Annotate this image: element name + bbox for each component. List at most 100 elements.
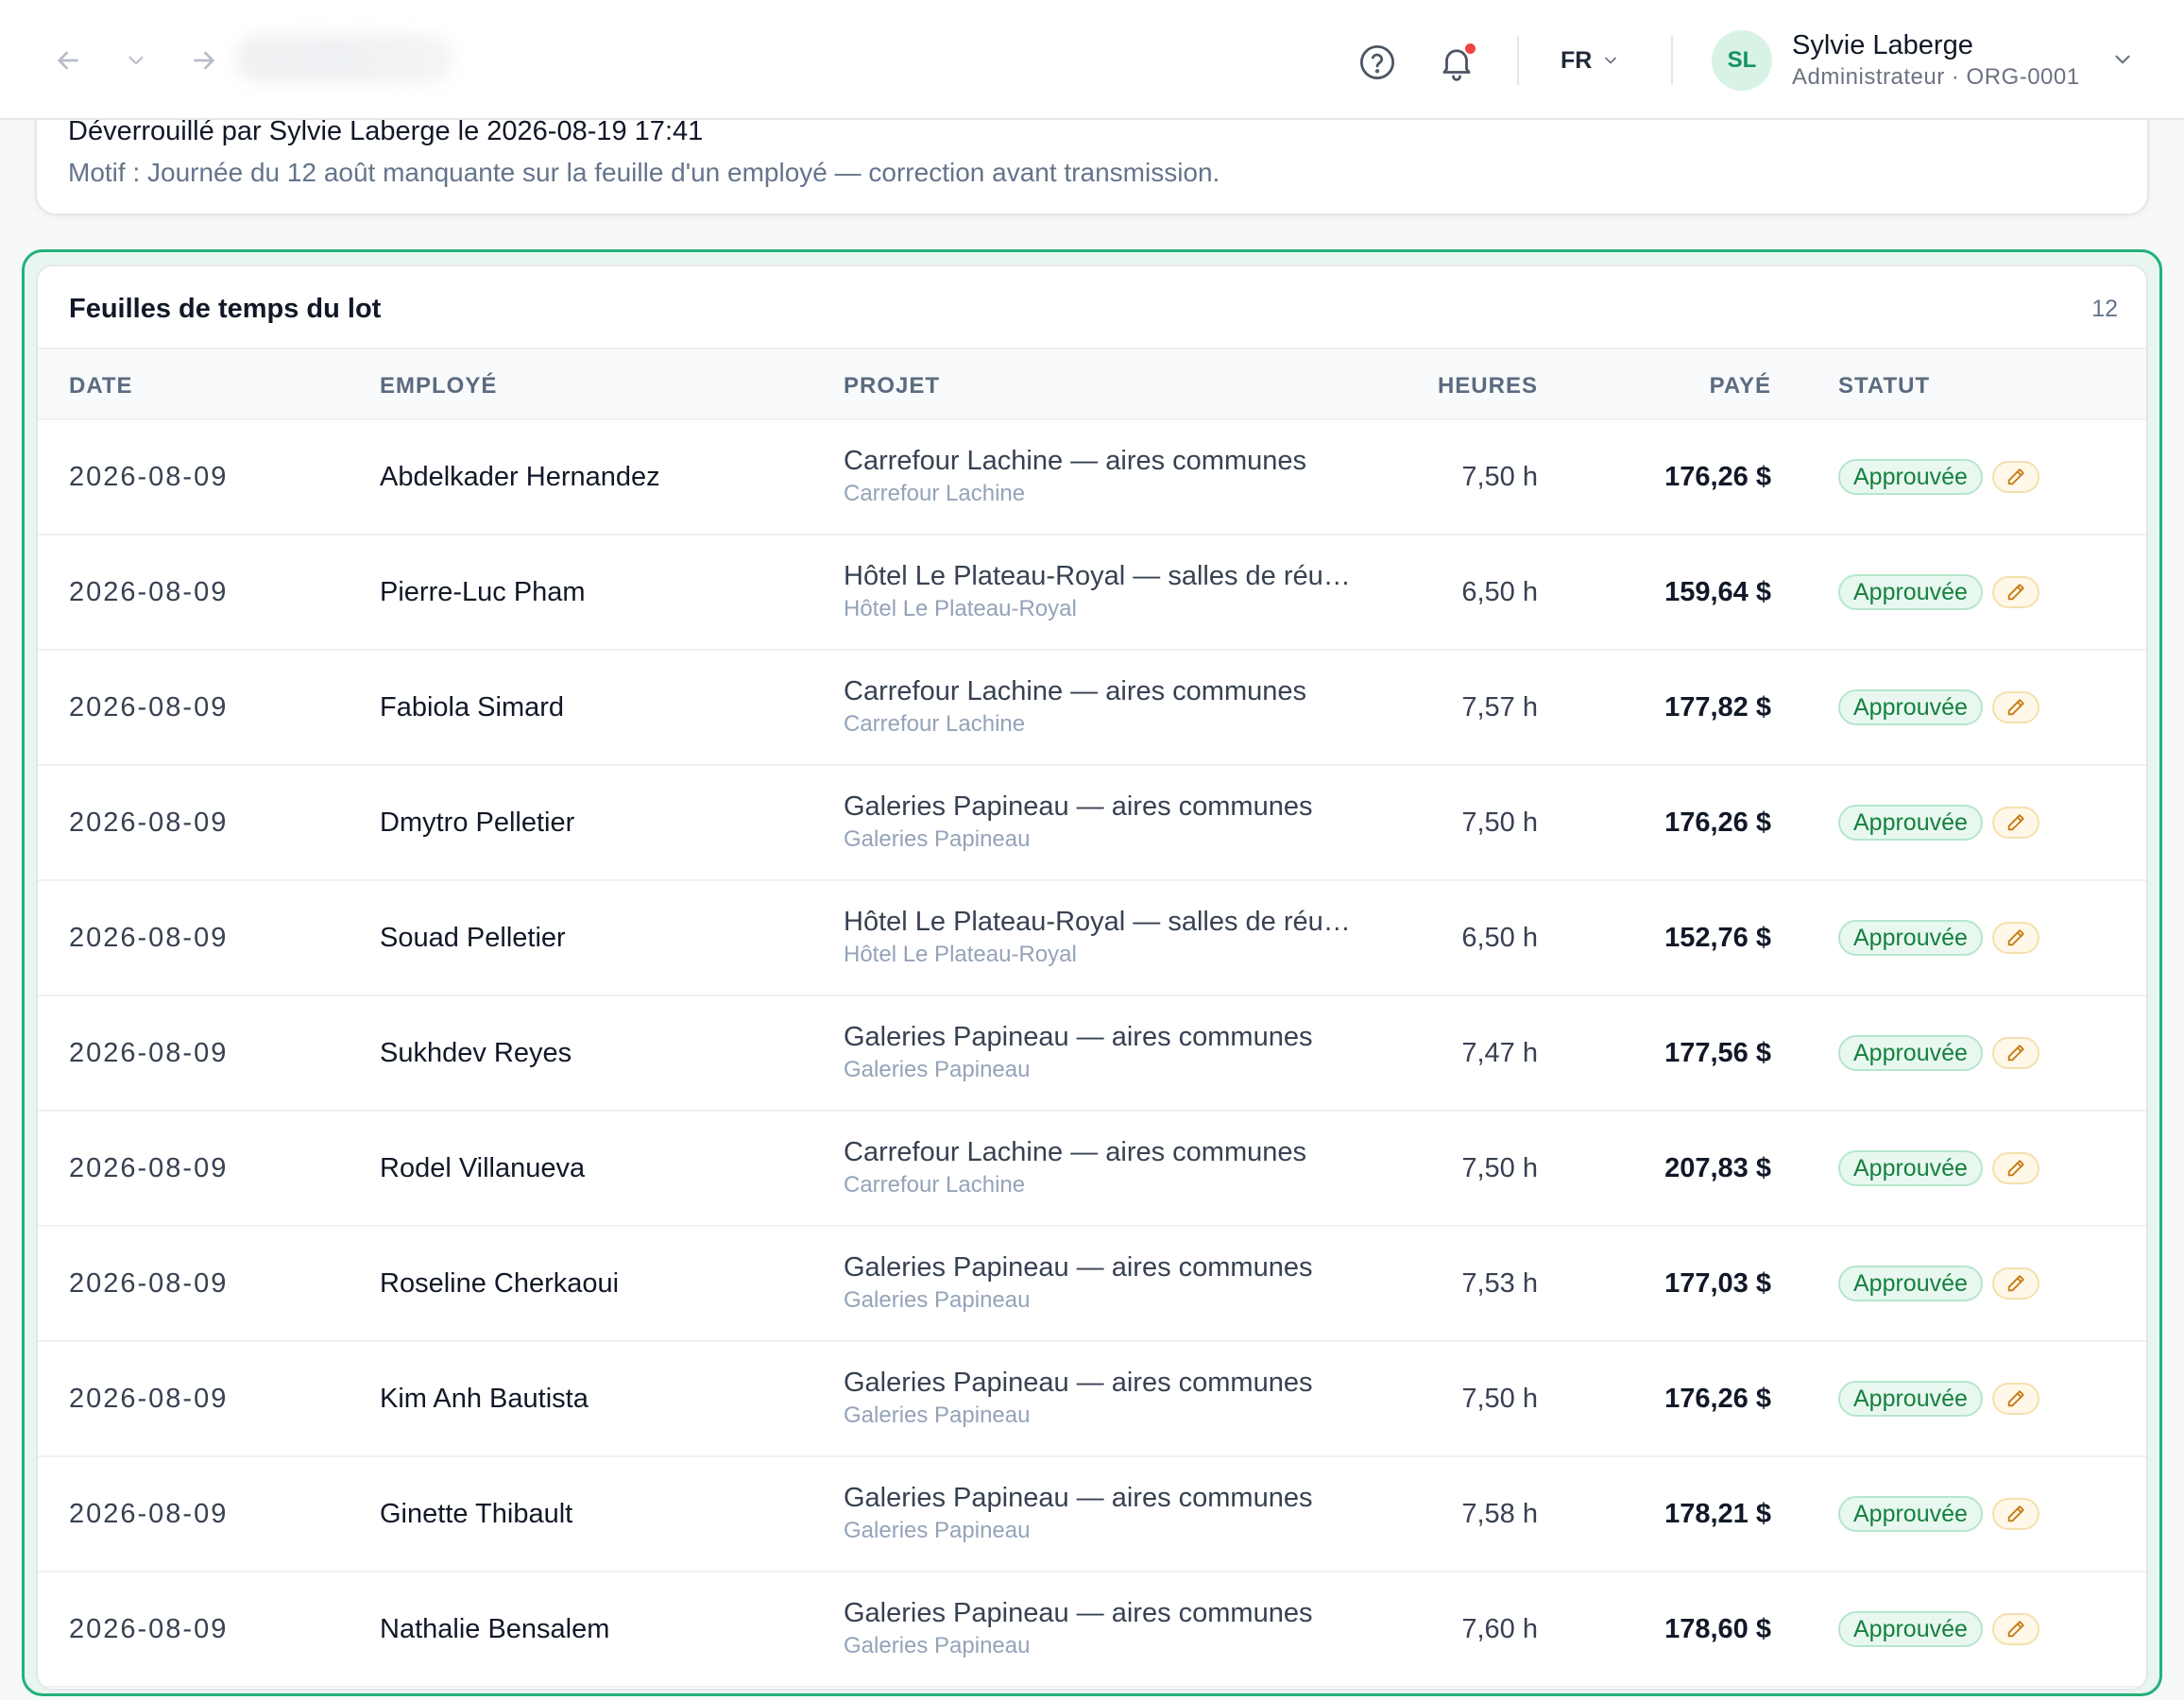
help-button[interactable] xyxy=(1351,36,1404,89)
edit-button[interactable] xyxy=(1991,1037,2039,1069)
row-hours: 7,53 h xyxy=(1461,1268,1538,1299)
row-date: 2026-08-09 xyxy=(69,1268,229,1299)
row-hours: 7,50 h xyxy=(1461,808,1538,838)
status-badge: Approuvée xyxy=(1838,1611,1983,1647)
row-paid: 177,03 $ xyxy=(1664,1268,1771,1299)
edit-button[interactable] xyxy=(1991,807,2039,839)
chevron-down-icon xyxy=(128,56,144,65)
timesheets-count: 12 xyxy=(2091,296,2118,322)
row-date: 2026-08-09 xyxy=(69,1153,229,1183)
status-badge: Approuvée xyxy=(1838,459,1983,495)
project-name[interactable]: Galeries Papineau — aires communes xyxy=(844,1598,1354,1629)
project-client: Galeries Papineau xyxy=(844,826,1031,852)
row-employee[interactable]: Abdelkader Hernandez xyxy=(380,462,660,493)
row-status: Approuvée xyxy=(1838,1496,2039,1532)
chevron-down-icon xyxy=(1605,57,1617,64)
edit-button[interactable] xyxy=(1991,1267,2039,1300)
row-employee[interactable]: Roseline Cherkaoui xyxy=(380,1268,619,1300)
table-row[interactable]: 2026-08-09 Abdelkader Hernandez Carrefour … xyxy=(38,420,2146,536)
pencil-icon xyxy=(2007,1505,2024,1522)
divider xyxy=(1517,36,1519,85)
pencil-icon xyxy=(2007,814,2024,831)
forward-button[interactable] xyxy=(181,38,227,83)
divider xyxy=(1671,36,1673,85)
notifications-button[interactable] xyxy=(1430,36,1483,89)
table-body: 2026-08-09 Abdelkader Hernandez Carrefour … xyxy=(38,420,2146,1688)
notification-badge xyxy=(1463,42,1477,56)
history-dropdown-button[interactable] xyxy=(113,38,159,83)
table-row[interactable]: 2026-08-09 Pierre-Luc Pham Hôtel Le Platea… xyxy=(38,536,2146,651)
column-hours[interactable]: HEURES xyxy=(1438,373,1538,400)
table-row[interactable]: 2026-08-09 Fabiola Simard Carrefour Lachin… xyxy=(38,651,2146,766)
table-row[interactable]: 2026-08-09 Dmytro Pelletier Galeries Papin… xyxy=(38,766,2146,881)
row-employee[interactable]: Dmytro Pelletier xyxy=(380,808,574,839)
project-name[interactable]: Galeries Papineau — aires communes xyxy=(844,1022,1354,1053)
edit-button[interactable] xyxy=(1991,461,2039,493)
language-selector[interactable]: FR xyxy=(1561,42,1620,79)
edit-button[interactable] xyxy=(1991,922,2039,954)
project-name[interactable]: Galeries Papineau — aires communes xyxy=(844,1368,1354,1399)
project-name[interactable]: Galeries Papineau — aires communes xyxy=(844,791,1354,823)
edit-button[interactable] xyxy=(1991,691,2039,723)
row-employee[interactable]: Kim Anh Bautista xyxy=(380,1384,589,1415)
edit-button[interactable] xyxy=(1991,576,2039,608)
table-row[interactable]: 2026-08-09 Ginette Thibault Galeries Papin… xyxy=(38,1457,2146,1572)
row-employee[interactable]: Nathalie Bensalem xyxy=(380,1614,609,1645)
row-employee[interactable]: Souad Pelletier xyxy=(380,923,566,954)
edit-button[interactable] xyxy=(1991,1383,2039,1415)
row-employee[interactable]: Ginette Thibault xyxy=(380,1499,572,1530)
arrow-right-icon xyxy=(194,51,214,70)
pencil-icon xyxy=(2007,1275,2024,1292)
status-badge: Approuvée xyxy=(1838,1266,1983,1301)
table-row[interactable]: 2026-08-09 Sukhdev Reyes Galeries Papineau… xyxy=(38,996,2146,1112)
project-name[interactable]: Hôtel Le Plateau-Royal — salles de réuni… xyxy=(844,907,1354,938)
column-employee[interactable]: EMPLOYÉ xyxy=(380,373,497,400)
pencil-icon xyxy=(2007,1045,2024,1062)
column-project[interactable]: PROJET xyxy=(844,373,940,400)
pencil-icon xyxy=(2007,1160,2024,1177)
row-employee[interactable]: Rodel Villanueva xyxy=(380,1153,585,1184)
chevron-down-icon[interactable] xyxy=(2110,47,2135,72)
table-row[interactable]: 2026-08-09 Souad Pelletier Hôtel Le Platea… xyxy=(38,881,2146,996)
row-status: Approuvée xyxy=(1838,1266,2039,1301)
pencil-icon xyxy=(2007,1390,2024,1407)
project-client: Carrefour Lachine xyxy=(844,1172,1026,1198)
status-badge: Approuvée xyxy=(1838,1150,1983,1186)
row-hours: 6,50 h xyxy=(1461,577,1538,607)
project-name[interactable]: Carrefour Lachine — aires communes xyxy=(844,676,1354,707)
project-name[interactable]: Carrefour Lachine — aires communes xyxy=(844,1137,1354,1168)
table-row[interactable]: 2026-08-09 Nathalie Bensalem Galeries Papi… xyxy=(38,1572,2146,1688)
row-project: Galeries Papineau — aires communes Galeri… xyxy=(844,1252,1354,1314)
edit-button[interactable] xyxy=(1991,1152,2039,1184)
column-date[interactable]: DATE xyxy=(69,373,133,400)
row-employee[interactable]: Fabiola Simard xyxy=(380,692,564,723)
project-name[interactable]: Carrefour Lachine — aires communes xyxy=(844,446,1354,477)
status-badge: Approuvée xyxy=(1838,1496,1983,1532)
edit-button[interactable] xyxy=(1991,1498,2039,1530)
avatar[interactable]: SL xyxy=(1712,30,1772,91)
user-name[interactable]: Sylvie Laberge xyxy=(1792,30,1973,61)
project-name[interactable]: Hôtel Le Plateau-Royal — salles de réuni… xyxy=(844,561,1354,592)
row-hours: 7,50 h xyxy=(1461,1384,1538,1414)
table-row[interactable]: 2026-08-09 Roseline Cherkaoui Galeries Pap… xyxy=(38,1227,2146,1342)
row-status: Approuvée xyxy=(1838,1381,2039,1417)
project-name[interactable]: Galeries Papineau — aires communes xyxy=(844,1483,1354,1514)
project-client: Galeries Papineau xyxy=(844,1287,1031,1313)
row-status: Approuvée xyxy=(1838,805,2039,841)
project-name[interactable]: Galeries Papineau — aires communes xyxy=(844,1252,1354,1284)
edit-button[interactable] xyxy=(1991,1613,2039,1645)
row-status: Approuvée xyxy=(1838,1150,2039,1186)
column-status[interactable]: STATUT xyxy=(1838,373,1930,400)
row-date: 2026-08-09 xyxy=(69,1614,229,1644)
pencil-icon xyxy=(2007,699,2024,716)
row-project: Carrefour Lachine — aires communes Carref… xyxy=(844,446,1354,507)
back-button[interactable] xyxy=(45,38,91,83)
column-paid[interactable]: PAYÉ xyxy=(1710,373,1771,400)
row-date: 2026-08-09 xyxy=(69,1499,229,1529)
row-date: 2026-08-09 xyxy=(69,1038,229,1068)
table-row[interactable]: 2026-08-09 Rodel Villanueva Carrefour Lach… xyxy=(38,1112,2146,1227)
row-employee[interactable]: Sukhdev Reyes xyxy=(380,1038,572,1069)
table-row[interactable]: 2026-08-09 Kim Anh Bautista Galeries Papin… xyxy=(38,1342,2146,1457)
row-date: 2026-08-09 xyxy=(69,462,229,492)
row-employee[interactable]: Pierre-Luc Pham xyxy=(380,577,586,608)
